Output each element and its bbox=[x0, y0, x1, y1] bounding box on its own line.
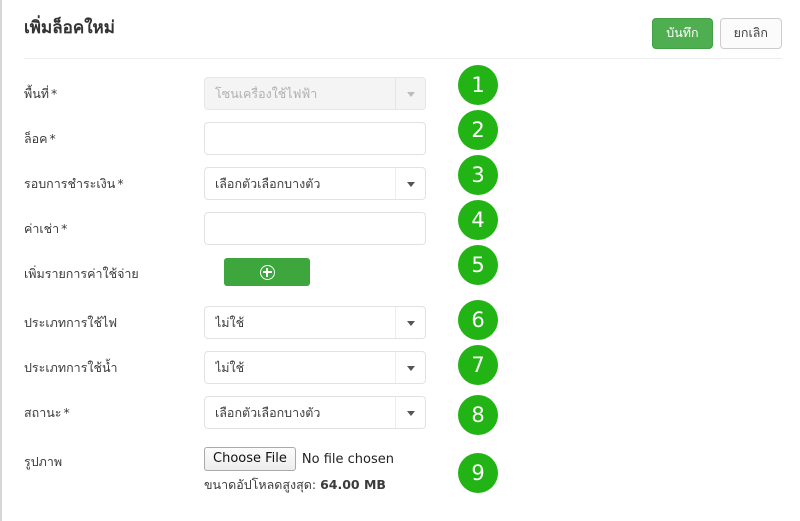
step-badge-1: 1 bbox=[458, 65, 498, 105]
upload-hint-prefix: ขนาดอัปโหลดสูงสุด: bbox=[204, 477, 321, 492]
select-8[interactable]: เลือกตัวเลือกบางตัว bbox=[204, 396, 426, 429]
form-label-text: ล็อค bbox=[24, 131, 48, 146]
select-6[interactable]: ไม่ใช้ bbox=[204, 306, 426, 339]
select-value: เลือกตัวเลือกบางตัว bbox=[215, 404, 321, 420]
select-3[interactable]: เลือกตัวเลือกบางตัว bbox=[204, 167, 426, 200]
form-label: ประเภทการใช้ไฟ bbox=[24, 315, 117, 331]
cancel-button[interactable]: ยกเลิก bbox=[719, 18, 782, 49]
page-header: เพิ่มล็อคใหม่ บันทึก ยกเลิก bbox=[2, 0, 800, 58]
chevron-down-icon bbox=[395, 352, 425, 383]
upload-size-hint: ขนาดอัปโหลดสูงสุด: 64.00 MB bbox=[204, 475, 386, 495]
form-label-text: พื้นที่ bbox=[24, 86, 50, 101]
form-row: ล็อค * bbox=[2, 122, 800, 156]
form-row: รูปภาพ Choose File No file chosen ขนาดอัปโห… bbox=[2, 445, 800, 492]
chevron-down-icon bbox=[395, 78, 425, 109]
chevron-down-glyph bbox=[406, 91, 415, 97]
form-label-text: สถานะ bbox=[24, 405, 62, 420]
select-value: เลือกตัวเลือกบางตัว bbox=[215, 175, 321, 191]
select-value: ไม่ใช้ bbox=[215, 314, 245, 330]
required-asterisk: * bbox=[51, 86, 58, 101]
form-row: สถานะ * เลือกตัวเลือกบางตัว bbox=[2, 396, 800, 430]
step-badge-9: 9 bbox=[458, 453, 498, 493]
page-title: เพิ่มล็อคใหม่ bbox=[24, 18, 115, 38]
form-label-text: เพิ่มรายการค่าใช้จ่าย bbox=[24, 266, 139, 281]
chevron-down-glyph bbox=[406, 365, 415, 371]
form-row: ประเภทการใช้น้ำ ไม่ใช้ bbox=[2, 351, 800, 385]
chevron-down-icon bbox=[395, 307, 425, 338]
form-label-text: ค่าเช่า bbox=[24, 221, 60, 236]
step-badge-7: 7 bbox=[458, 345, 498, 385]
form-row: เพิ่มรายการค่าใช้จ่าย bbox=[2, 257, 800, 291]
select-value: โซนเครื่องใช้ไฟฟ้า bbox=[215, 85, 318, 101]
form-row: พื้นที่ * โซนเครื่องใช้ไฟฟ้า bbox=[2, 77, 800, 111]
field-wrapper bbox=[204, 212, 426, 245]
step-badge-2: 2 bbox=[458, 110, 498, 150]
field-wrapper: ไม่ใช้ bbox=[204, 306, 426, 339]
form-label: พื้นที่ * bbox=[24, 86, 57, 102]
field-wrapper: โซนเครื่องใช้ไฟฟ้า bbox=[204, 77, 426, 110]
required-asterisk: * bbox=[63, 405, 70, 420]
chevron-down-glyph bbox=[406, 181, 415, 187]
form-label: ล็อค * bbox=[24, 131, 56, 147]
select-7[interactable]: ไม่ใช้ bbox=[204, 351, 426, 384]
chevron-down-glyph bbox=[406, 320, 415, 326]
form-label: รอบการชำระเงิน * bbox=[24, 176, 124, 192]
required-asterisk: * bbox=[49, 131, 56, 146]
chevron-down-icon bbox=[395, 168, 425, 199]
step-badge-3: 3 bbox=[458, 155, 498, 195]
form-label-text: ประเภทการใช้ไฟ bbox=[24, 315, 118, 330]
form-row: ค่าเช่า * bbox=[2, 212, 800, 246]
chevron-down-glyph bbox=[406, 410, 415, 416]
page-container: เพิ่มล็อคใหม่ บันทึก ยกเลิก พื้นที่ * โซนเ… bbox=[0, 0, 800, 521]
upload-hint-value: 64.00 MB bbox=[320, 477, 386, 492]
choose-file-button[interactable]: Choose File bbox=[204, 447, 296, 471]
form-label: รูปภาพ bbox=[24, 454, 62, 470]
add-expense-button[interactable] bbox=[224, 258, 310, 286]
form-label: เพิ่มรายการค่าใช้จ่าย bbox=[24, 266, 139, 282]
file-status-text: No file chosen bbox=[301, 451, 394, 467]
form-row: ประเภทการใช้ไฟ ไม่ใช้ bbox=[2, 306, 800, 340]
form-label: ประเภทการใช้น้ำ bbox=[24, 360, 118, 376]
required-asterisk: * bbox=[117, 176, 124, 191]
form-label-text: รอบการชำระเงิน bbox=[24, 176, 116, 191]
field-wrapper: เลือกตัวเลือกบางตัว bbox=[204, 167, 426, 200]
text-input-4[interactable] bbox=[204, 212, 426, 245]
file-input-wrapper: Choose File No file chosen bbox=[204, 447, 464, 471]
select-1: โซนเครื่องใช้ไฟฟ้า bbox=[204, 77, 426, 110]
required-asterisk: * bbox=[61, 221, 68, 236]
field-wrapper: ไม่ใช้ bbox=[204, 351, 426, 384]
step-badge-8: 8 bbox=[458, 395, 498, 435]
step-badge-5: 5 bbox=[458, 245, 498, 285]
text-input-2[interactable] bbox=[204, 122, 426, 155]
select-value: ไม่ใช้ bbox=[215, 359, 245, 375]
step-badge-4: 4 bbox=[458, 200, 498, 240]
step-badge-6: 6 bbox=[458, 300, 498, 340]
form-row: รอบการชำระเงิน * เลือกตัวเลือกบางตัว bbox=[2, 167, 800, 201]
chevron-down-icon bbox=[395, 397, 425, 428]
header-actions: บันทึก ยกเลิก bbox=[652, 18, 782, 49]
form-label: สถานะ * bbox=[24, 405, 70, 421]
field-wrapper bbox=[204, 122, 426, 155]
plus-circle-icon bbox=[259, 264, 275, 280]
form-label: ค่าเช่า * bbox=[24, 221, 67, 237]
field-wrapper: เลือกตัวเลือกบางตัว bbox=[204, 396, 426, 429]
form-label-text: รูปภาพ bbox=[24, 454, 63, 469]
form-label-text: ประเภทการใช้น้ำ bbox=[24, 360, 118, 375]
save-button[interactable]: บันทึก bbox=[652, 18, 713, 49]
header-divider bbox=[24, 58, 782, 59]
